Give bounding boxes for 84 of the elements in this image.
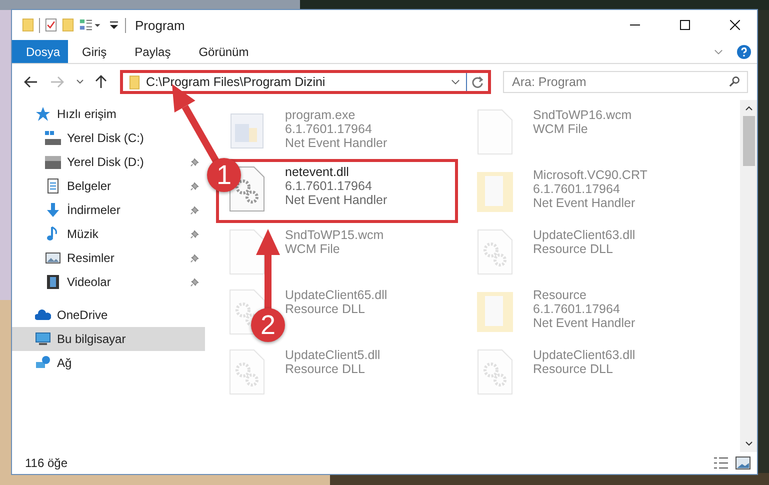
close-icon: [730, 20, 740, 30]
ribbon-tab[interactable]: Paylaş: [120, 40, 185, 63]
gears-file-icon: [475, 348, 515, 396]
file-detail: 6.1.7601.17964: [533, 182, 621, 196]
sidebar-item[interactable]: Ağ: [12, 351, 76, 375]
file-detail: Net Event Handler: [285, 193, 388, 207]
scroll-thumb[interactable]: [742, 116, 754, 166]
sidebar-item[interactable]: Hızlı erişim: [12, 102, 120, 126]
file-name: UpdateClient65.dll: [285, 288, 388, 302]
search-field[interactable]: Ara: Program: [503, 71, 748, 93]
pin-icon[interactable]: [190, 254, 199, 262]
ribbon-tab[interactable]: Görünüm: [184, 40, 263, 63]
pin-icon[interactable]: [190, 206, 199, 214]
sidebar-item[interactable]: Belgeler: [12, 174, 116, 198]
checklist-icon[interactable]: [45, 17, 57, 33]
sidebar-item[interactable]: Yerel Disk (D:): [12, 150, 148, 174]
file-name: netevent.dll: [285, 165, 350, 179]
file-detail: WCM File: [285, 242, 341, 256]
maximize-icon: [680, 20, 690, 30]
view-options-icon[interactable]: [79, 17, 103, 33]
sidebar-item[interactable]: İndirmeler: [12, 198, 124, 222]
file-name: Microsoft.VC90.CRT: [533, 168, 648, 182]
pin-icon[interactable]: [190, 278, 199, 286]
file-detail: 6.1.7601.17964: [285, 122, 373, 136]
file-detail: WCM File: [533, 122, 589, 136]
film-icon: [45, 274, 61, 290]
sidebar-item[interactable]: OneDrive: [12, 303, 112, 327]
drive-icon: [45, 154, 61, 170]
sidebar-item[interactable]: Bu bilgisayar: [12, 327, 205, 351]
sidebar-item[interactable]: Videolar: [12, 270, 115, 294]
file-detail: Net Event Handler: [533, 196, 636, 210]
file-detail: 6.1.7601.17964: [285, 179, 373, 193]
file-detail: Resource DLL: [533, 242, 614, 256]
gears-file-icon: [227, 348, 267, 396]
chevron-down-icon[interactable]: [451, 79, 460, 85]
file-detail: Resource DLL: [285, 302, 366, 316]
file-name: UpdateClient63.dll: [533, 348, 636, 362]
document-icon: [45, 178, 61, 194]
star-icon: [35, 106, 51, 122]
address-bar[interactable]: C:\Program Files\Program Dizini: [120, 70, 491, 94]
large-icons-view-icon[interactable]: [735, 456, 751, 470]
file-icon: [227, 228, 267, 276]
file-name: UpdateClient63.dll: [533, 228, 636, 242]
sidebar-item[interactable]: Resimler: [12, 246, 118, 270]
file-name: UpdateClient5.dll: [285, 348, 380, 362]
down-arrow-icon: [45, 202, 61, 218]
up-arrow-icon[interactable]: [94, 75, 108, 89]
window-title: Program: [135, 18, 185, 32]
file-detail: Resource DLL: [285, 362, 366, 376]
pin-icon[interactable]: [190, 182, 199, 190]
ribbon-tab[interactable]: Dosya: [12, 40, 68, 63]
pin-icon[interactable]: [190, 230, 199, 238]
help-icon[interactable]: [737, 44, 751, 58]
pin-icon[interactable]: [190, 158, 199, 166]
folder-icon: [129, 74, 140, 90]
refresh-icon[interactable]: [471, 76, 484, 88]
sidebar-item[interactable]: Müzik: [12, 222, 102, 246]
file-detail: Net Event Handler: [285, 136, 388, 150]
file-icon: [475, 108, 515, 156]
scrollbar[interactable]: [740, 100, 757, 452]
file-name: SndToWP16.wcm: [533, 108, 632, 122]
recent-dropdown-icon[interactable]: [76, 79, 84, 85]
sidebar-item[interactable]: Yerel Disk (C:): [12, 126, 148, 150]
file-name: Resource: [533, 288, 588, 302]
back-arrow-icon[interactable]: [24, 75, 38, 89]
scroll-up-icon[interactable]: [744, 105, 752, 111]
picture-icon: [45, 250, 61, 266]
file-detail: Net Event Handler: [533, 316, 636, 330]
details-view-icon[interactable]: [713, 456, 729, 470]
drive-icon: [45, 130, 61, 146]
file-name: program.exe: [285, 108, 356, 122]
scroll-down-icon[interactable]: [744, 441, 752, 447]
item-count: 116 öğe: [25, 456, 68, 470]
file-detail: Resource DLL: [533, 362, 614, 376]
chevron-down-icon[interactable]: [714, 48, 723, 54]
minimize-icon: [630, 24, 640, 26]
file-detail: 6.1.7601.17964: [533, 302, 621, 316]
cloud-icon: [35, 307, 51, 323]
monitor-icon: [35, 331, 51, 347]
search-icon: [729, 76, 740, 87]
file-name: SndToWP15.wcm: [285, 228, 384, 242]
ribbon-tab[interactable]: Giriş: [68, 40, 121, 63]
gears-file-icon: [475, 228, 515, 276]
network-icon: [35, 355, 51, 371]
